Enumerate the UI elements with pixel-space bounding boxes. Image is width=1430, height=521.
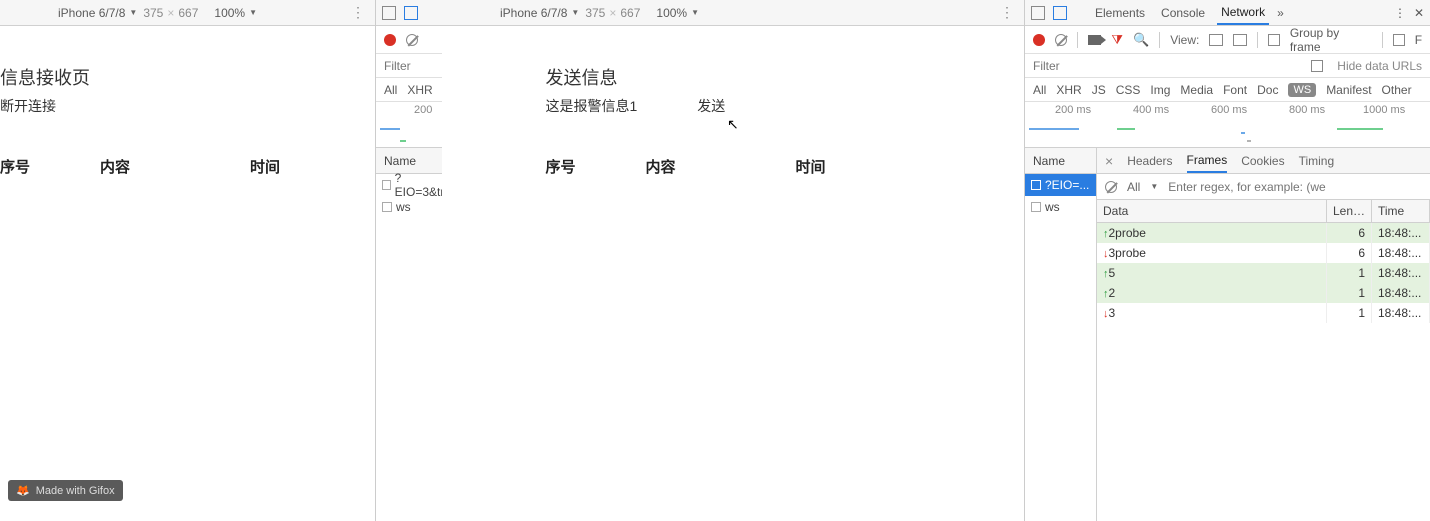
device-toolbar-left: iPhone 6/7/8 ▼ 375 × 667 100% ▼ ⋮: [0, 0, 375, 26]
request-row[interactable]: ?EIO=...: [1025, 174, 1096, 196]
request-row[interactable]: ws: [1025, 196, 1096, 218]
filter-font[interactable]: Font: [1223, 83, 1247, 97]
page-title: 发送信息: [546, 64, 921, 90]
filter-css[interactable]: CSS: [1116, 83, 1141, 97]
chevron-down-icon: ▼: [129, 8, 137, 17]
request-list: Name ?EIO=... ws: [1025, 148, 1097, 521]
search-icon[interactable]: 🔍: [1133, 32, 1149, 48]
hide-data-urls-checkbox[interactable]: [1311, 60, 1323, 72]
frame-row[interactable]: ↑2probe618:48:...: [1097, 223, 1430, 244]
resource-type-filter: All XHR JS CSS Img Media Font Doc WS Man…: [1025, 78, 1430, 102]
filter-js[interactable]: JS: [1092, 83, 1106, 97]
device-selector[interactable]: iPhone 6/7/8 ▼: [500, 6, 579, 20]
disconnect-button[interactable]: 断开连接: [0, 96, 56, 116]
filter-all[interactable]: All: [384, 83, 397, 97]
device-viewport: 发送信息 这是报警信息1 发送 序号 内容 时间 ↖: [442, 26, 1024, 521]
filter-toggle-icon[interactable]: ⧩: [1111, 32, 1123, 48]
filter-ws[interactable]: WS: [1288, 83, 1316, 97]
timeline[interactable]: 200 ms 400 ms 600 ms 800 ms 1000 ms: [1025, 102, 1430, 148]
name-column-header[interactable]: Name: [1025, 148, 1096, 174]
filter-input[interactable]: [1033, 59, 1173, 73]
screenshot-icon[interactable]: [1088, 35, 1102, 45]
chevron-down-icon: ▼: [571, 8, 579, 17]
group-by-frame-checkbox[interactable]: [1268, 34, 1280, 46]
device-mode-icon[interactable]: [1053, 6, 1067, 20]
col-time[interactable]: Time: [1372, 200, 1430, 223]
filter-doc[interactable]: Doc: [1257, 83, 1278, 97]
frame-row[interactable]: ↑5118:48:...: [1097, 263, 1430, 283]
viewport-width[interactable]: 375: [585, 6, 605, 20]
close-icon[interactable]: ✕: [1414, 6, 1424, 20]
filter-xhr[interactable]: XHR: [1056, 83, 1081, 97]
filter-other[interactable]: Other: [1382, 83, 1412, 97]
message-input[interactable]: 这是报警信息1: [546, 96, 638, 116]
table-header: 序号 内容 时间: [546, 156, 921, 177]
viewport-height[interactable]: 667: [178, 6, 198, 20]
fox-icon: 🦊: [16, 484, 30, 497]
filter-manifest[interactable]: Manifest: [1326, 83, 1371, 97]
frames-filter-all[interactable]: All: [1127, 180, 1140, 194]
filter-input[interactable]: [384, 59, 444, 73]
filter-bar: Hide data URLs: [1025, 54, 1430, 78]
frames-table: Data Len… Time ↑2probe618:48:...↓3probe6…: [1097, 200, 1430, 323]
tab-timing[interactable]: Timing: [1299, 154, 1335, 168]
filter-img[interactable]: Img: [1150, 83, 1170, 97]
viewport-height[interactable]: 667: [620, 6, 640, 20]
waterfall-icon[interactable]: [1233, 34, 1247, 46]
col-length[interactable]: Len…: [1326, 200, 1371, 223]
tab-frames[interactable]: Frames: [1187, 153, 1228, 173]
kebab-menu-icon[interactable]: ⋮: [1000, 4, 1014, 21]
filter-media[interactable]: Media: [1180, 83, 1213, 97]
devtools-tabbar: Elements Console Network » ⋮ ✕: [1025, 0, 1430, 26]
close-icon[interactable]: ×: [1105, 153, 1113, 169]
zoom-selector[interactable]: 100% ▼: [656, 6, 699, 20]
network-controls: ⧩ 🔍 View: Group by frame F: [1025, 26, 1430, 54]
clear-icon[interactable]: [1055, 34, 1067, 46]
record-icon[interactable]: [384, 34, 396, 46]
record-icon[interactable]: [1033, 34, 1045, 46]
more-tabs-icon[interactable]: »: [1277, 6, 1284, 20]
kebab-menu-icon[interactable]: ⋮: [351, 4, 365, 21]
chevron-down-icon: ▼: [1150, 182, 1158, 191]
device-toolbar-mid: iPhone 6/7/8 ▼ 375 × 667 100% ▼ ⋮: [442, 0, 1024, 26]
filter-all[interactable]: All: [1033, 83, 1046, 97]
clear-icon[interactable]: [406, 34, 418, 46]
device-mode-icon[interactable]: [404, 6, 418, 20]
cursor-icon: ↖: [727, 116, 739, 133]
chevron-down-icon: ▼: [691, 8, 699, 17]
kebab-menu-icon[interactable]: ⋮: [1394, 6, 1406, 20]
frames-regex-input[interactable]: [1168, 180, 1422, 194]
send-button[interactable]: 发送: [697, 96, 725, 116]
device-selector[interactable]: iPhone 6/7/8 ▼: [58, 6, 137, 20]
filter-xhr[interactable]: XHR: [407, 83, 432, 97]
inspect-icon[interactable]: [382, 6, 396, 20]
tab-cookies[interactable]: Cookies: [1241, 154, 1284, 168]
preserve-log-checkbox[interactable]: [1393, 34, 1405, 46]
viewport-width[interactable]: 375: [143, 6, 163, 20]
request-detail: × Headers Frames Cookies Timing All ▼ Da…: [1097, 148, 1430, 521]
clear-icon[interactable]: [1105, 181, 1117, 193]
tab-headers[interactable]: Headers: [1127, 154, 1172, 168]
large-rows-icon[interactable]: [1209, 34, 1223, 46]
frame-row[interactable]: ↓3118:48:...: [1097, 303, 1430, 323]
tab-network[interactable]: Network: [1217, 5, 1269, 25]
inspect-icon[interactable]: [1031, 6, 1045, 20]
chevron-down-icon: ▼: [249, 8, 257, 17]
page-title: 信息接收页: [0, 64, 375, 90]
tab-console[interactable]: Console: [1157, 6, 1209, 20]
col-data[interactable]: Data: [1097, 200, 1326, 223]
table-header: 序号 内容 时间: [0, 156, 375, 177]
device-viewport: 信息接收页 断开连接 序号 内容 时间 🦊 Made with Gifox: [0, 26, 375, 521]
tab-elements[interactable]: Elements: [1091, 6, 1149, 20]
gifox-badge: 🦊 Made with Gifox: [8, 480, 123, 501]
frame-row[interactable]: ↓3probe618:48:...: [1097, 243, 1430, 263]
frame-row[interactable]: ↑2118:48:...: [1097, 283, 1430, 303]
zoom-selector[interactable]: 100% ▼: [214, 6, 257, 20]
